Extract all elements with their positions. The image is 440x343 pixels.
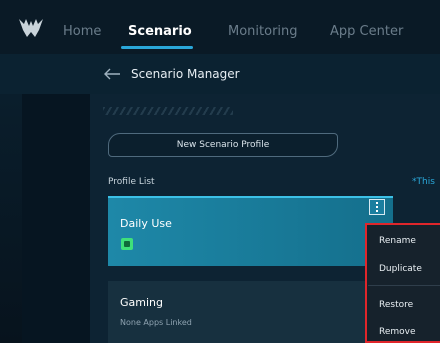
menu-divider [368, 285, 440, 286]
profile-name-daily-use: Daily Use [120, 217, 172, 230]
new-scenario-profile-button[interactable]: New Scenario Profile [108, 133, 338, 157]
more-options-icon [376, 202, 378, 212]
page-title: Scenario Manager [131, 67, 240, 81]
nav-app-center[interactable]: App Center [330, 24, 403, 40]
profile-card-daily-use[interactable] [108, 196, 393, 266]
linked-app-icon [121, 238, 133, 250]
menu-item-rename[interactable]: Rename [379, 236, 416, 246]
menu-item-remove[interactable]: Remove [379, 327, 416, 337]
menu-item-restore[interactable]: Restore [379, 300, 413, 310]
left-edge-panel [0, 94, 22, 343]
profile-subtitle-gaming: None Apps Linked [120, 318, 192, 327]
nav-active-indicator [121, 46, 193, 49]
profile-card-gaming[interactable] [108, 281, 393, 343]
menu-item-duplicate[interactable]: Duplicate [379, 264, 422, 274]
profile-name-gaming: Gaming [120, 296, 163, 309]
profile-list-label: Profile List [108, 177, 155, 187]
nav-monitoring[interactable]: Monitoring [228, 24, 298, 40]
back-arrow-icon[interactable] [103, 67, 121, 81]
decorative-stripes [103, 107, 233, 115]
nav-scenario[interactable]: Scenario [128, 24, 192, 40]
nav-home[interactable]: Home [63, 24, 101, 40]
note-text: *This [412, 177, 435, 187]
predator-logo-icon [19, 19, 43, 37]
